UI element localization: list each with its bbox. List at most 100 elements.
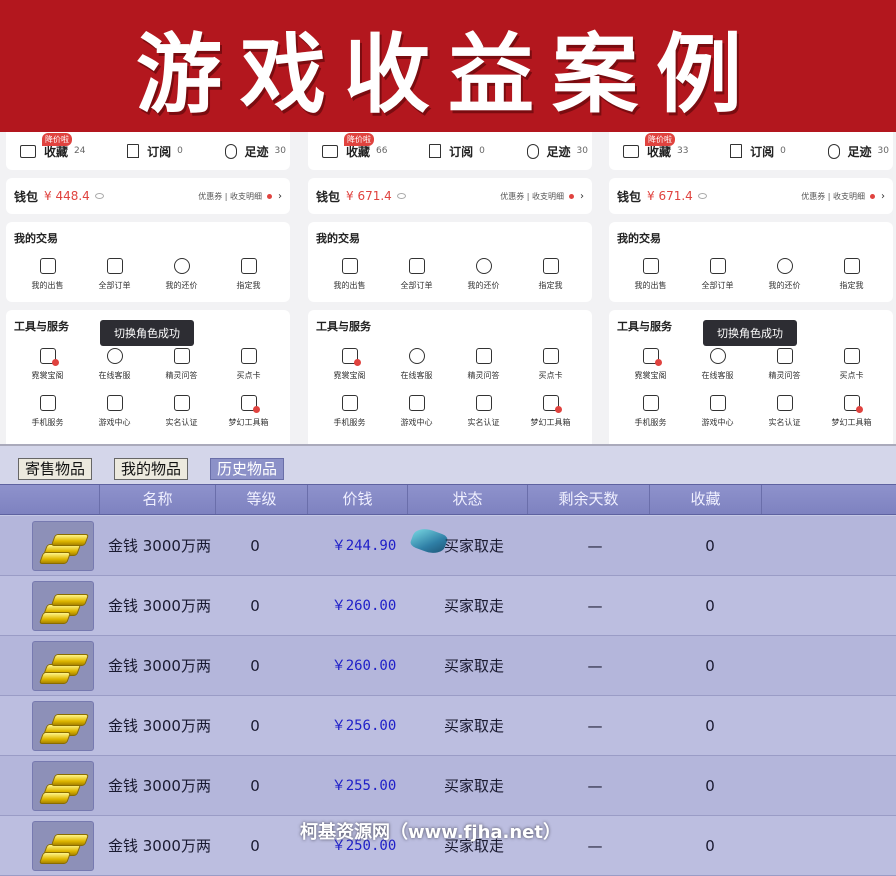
tool-item-label: 手机服务 bbox=[31, 418, 64, 427]
wallet-card[interactable]: 钱包 ¥ 671.4 优惠券 | 收支明细 › bbox=[308, 178, 592, 214]
chevron-right-icon[interactable]: › bbox=[580, 191, 584, 202]
item-level: 0 bbox=[250, 777, 260, 795]
item-status: 买家取走 bbox=[443, 597, 504, 615]
eye-icon[interactable] bbox=[697, 193, 707, 199]
gold-bar bbox=[38, 792, 72, 804]
stat-count: 30 bbox=[576, 146, 588, 156]
header-fav[interactable]: 收藏 bbox=[650, 485, 762, 514]
tool-item-label: 在线客服 bbox=[98, 371, 131, 380]
tool-item[interactable]: 霓裳宝阁 bbox=[318, 348, 382, 381]
favorites-stat[interactable]: 降价啦 收藏 66 bbox=[322, 132, 387, 160]
tool-item[interactable]: 买点卡 bbox=[519, 348, 583, 381]
header-price[interactable]: 价钱 bbox=[308, 485, 408, 514]
chevron-right-icon[interactable]: › bbox=[881, 191, 885, 202]
trade-item[interactable]: 我的出售 bbox=[619, 258, 683, 291]
trade-item[interactable]: 全部订单 bbox=[83, 258, 147, 291]
gold-bar-icon bbox=[32, 521, 94, 571]
tool-item[interactable]: 梦幻工具箱 bbox=[519, 395, 583, 428]
table-row[interactable]: 金钱 3000万两 0 ￥255.00 买家取走 — 0 bbox=[0, 756, 896, 816]
chevron-right-icon[interactable]: › bbox=[278, 191, 282, 202]
tool-item-label: 买点卡 bbox=[538, 371, 563, 380]
header-level[interactable]: 等级 bbox=[216, 485, 308, 514]
tool-item[interactable]: 买点卡 bbox=[217, 348, 281, 381]
tab-consignment[interactable]: 寄售物品 bbox=[18, 458, 93, 480]
tool-item[interactable]: 手机服务 bbox=[16, 395, 80, 428]
tab-history[interactable]: 历史物品 bbox=[210, 458, 285, 480]
wallet-card[interactable]: 钱包 ¥ 671.4 优惠券 | 收支明细 › bbox=[609, 178, 893, 214]
tool-item[interactable]: 实名认证 bbox=[452, 395, 516, 428]
footprint-stat[interactable]: 足迹 30 bbox=[827, 143, 889, 160]
badge-dot bbox=[855, 406, 863, 413]
tool-item[interactable]: 手机服务 bbox=[318, 395, 382, 428]
tool-item-label: 游戏中心 bbox=[701, 418, 734, 427]
favorites-stat[interactable]: 降价啦 收藏 33 bbox=[623, 132, 688, 160]
trade-item[interactable]: 全部订单 bbox=[686, 258, 750, 291]
trade-item[interactable]: 全部订单 bbox=[385, 258, 449, 291]
tool-item[interactable]: 实名认证 bbox=[150, 395, 214, 428]
eye-icon[interactable] bbox=[396, 193, 406, 199]
wallet-card[interactable]: 钱包 ¥ 448.4 优惠券 | 收支明细 › bbox=[6, 178, 290, 214]
footprint-stat[interactable]: 足迹 30 bbox=[526, 143, 588, 160]
coupon-ledger-link[interactable]: 优惠券 | 收支明细 bbox=[198, 191, 262, 202]
wallet-links[interactable]: 优惠券 | 收支明细 › bbox=[500, 191, 584, 202]
header-name[interactable]: 名称 bbox=[100, 485, 216, 514]
wallet-links[interactable]: 优惠券 | 收支明细 › bbox=[198, 191, 282, 202]
trade-item[interactable]: 我的还价 bbox=[150, 258, 214, 291]
gold-bar bbox=[38, 552, 72, 564]
table-row[interactable]: 金钱 3000万两 0 ￥260.00 买家取走 — 0 bbox=[0, 576, 896, 636]
tool-item[interactable]: 实名认证 bbox=[753, 395, 817, 428]
header-status[interactable]: 状态 bbox=[408, 485, 528, 514]
tool-item[interactable]: 买点卡 bbox=[820, 348, 884, 381]
eye-icon[interactable] bbox=[94, 193, 104, 199]
tool-item[interactable]: 在线客服 bbox=[385, 348, 449, 381]
favorites-stat[interactable]: 降价啦 收藏 24 bbox=[20, 132, 85, 160]
trade-item[interactable]: 指定我 bbox=[519, 258, 583, 291]
tool-item[interactable]: 精灵问答 bbox=[452, 348, 516, 381]
tool-item[interactable]: 梦幻工具箱 bbox=[217, 395, 281, 428]
trade-item[interactable]: 我的出售 bbox=[318, 258, 382, 291]
item-price: ￥255.00 bbox=[331, 778, 397, 794]
tool-item[interactable]: 在线客服 bbox=[83, 348, 147, 381]
tool-item[interactable]: 霓裳宝阁 bbox=[16, 348, 80, 381]
table-row[interactable]: 金钱 3000万两 0 ￥244.90 买家取走 — 0 bbox=[0, 516, 896, 576]
toolbox-icon bbox=[843, 395, 863, 413]
tool-item[interactable]: 精灵问答 bbox=[753, 348, 817, 381]
tool-item[interactable]: 梦幻工具箱 bbox=[820, 395, 884, 428]
table-row[interactable]: 金钱 3000万两 0 ￥260.00 买家取走 — 0 bbox=[0, 636, 896, 696]
tool-item-label: 手机服务 bbox=[634, 418, 667, 427]
tool-item[interactable]: 在线客服 bbox=[686, 348, 750, 381]
favorites-icon bbox=[322, 144, 338, 158]
gold-bar bbox=[50, 834, 90, 846]
tools-grid-row1: 霓裳宝阁 在线客服 精灵问答 买点卡 bbox=[617, 348, 885, 381]
tool-item[interactable]: 游戏中心 bbox=[385, 395, 449, 428]
tool-item[interactable]: 精灵问答 bbox=[150, 348, 214, 381]
trade-item[interactable]: 我的还价 bbox=[452, 258, 516, 291]
gold-bar-icon bbox=[32, 761, 94, 811]
tool-item[interactable]: 游戏中心 bbox=[686, 395, 750, 428]
tool-item[interactable]: 霓裳宝阁 bbox=[619, 348, 683, 381]
tab-my-items[interactable]: 我的物品 bbox=[114, 458, 189, 480]
gold-bar bbox=[50, 714, 90, 726]
table-row[interactable]: 金钱 3000万两 0 ￥256.00 买家取走 — 0 bbox=[0, 696, 896, 756]
tool-item[interactable]: 游戏中心 bbox=[83, 395, 147, 428]
trade-item[interactable]: 我的还价 bbox=[753, 258, 817, 291]
trade-item-label: 我的出售 bbox=[634, 281, 667, 290]
id-check-icon bbox=[173, 395, 190, 411]
coupon-ledger-link[interactable]: 优惠券 | 收支明细 bbox=[500, 191, 564, 202]
tool-item[interactable]: 手机服务 bbox=[619, 395, 683, 428]
wardrobe-icon bbox=[642, 348, 662, 366]
trade-item[interactable]: 指定我 bbox=[820, 258, 884, 291]
subscribe-stat[interactable]: 订阅 0 bbox=[127, 143, 183, 160]
trade-item[interactable]: 指定我 bbox=[217, 258, 281, 291]
header-days[interactable]: 剩余天数 bbox=[528, 485, 650, 514]
subscribe-stat[interactable]: 订阅 0 bbox=[730, 143, 786, 160]
item-level: 0 bbox=[250, 597, 260, 615]
footprint-stat[interactable]: 足迹 30 bbox=[224, 143, 286, 160]
toast-message: 切换角色成功 bbox=[100, 320, 194, 346]
coupon-ledger-link[interactable]: 优惠券 | 收支明细 bbox=[801, 191, 865, 202]
subscribe-stat[interactable]: 订阅 0 bbox=[429, 143, 485, 160]
wallet-links[interactable]: 优惠券 | 收支明细 › bbox=[801, 191, 885, 202]
gamepad-icon bbox=[106, 395, 123, 411]
trade-title: 我的交易 bbox=[14, 232, 58, 245]
trade-item[interactable]: 我的出售 bbox=[16, 258, 80, 291]
